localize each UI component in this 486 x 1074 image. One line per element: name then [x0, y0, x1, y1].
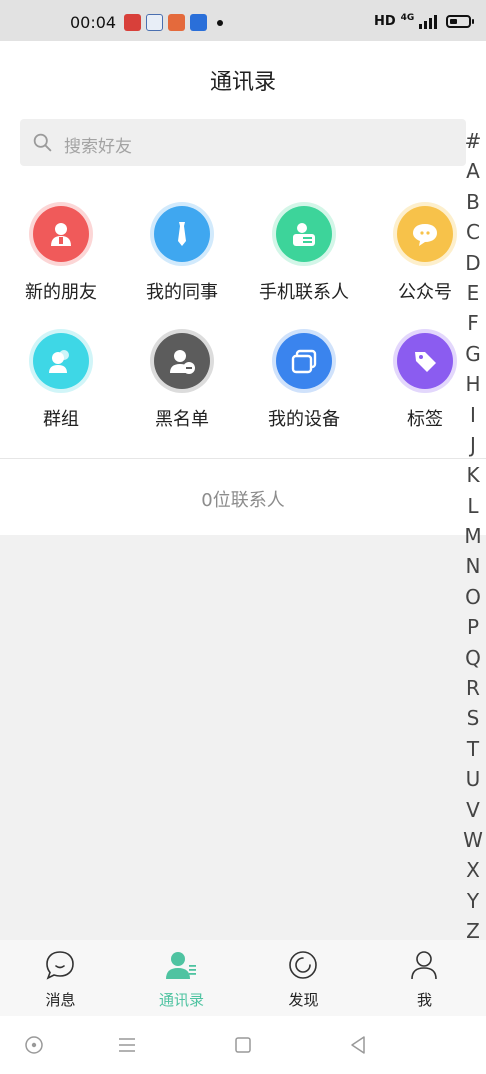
- index-letter[interactable]: J: [459, 430, 486, 460]
- index-letter[interactable]: L: [459, 491, 486, 521]
- index-letter[interactable]: I: [459, 400, 486, 430]
- index-letter[interactable]: U: [459, 764, 486, 794]
- signal-icon: [419, 14, 438, 29]
- new-friend-icon: [33, 206, 89, 262]
- index-letter[interactable]: C: [459, 217, 486, 247]
- tag-icon: [397, 333, 453, 389]
- index-letter[interactable]: A: [459, 156, 486, 186]
- message-bubble-icon: [46, 951, 74, 980]
- index-letter[interactable]: R: [459, 673, 486, 703]
- chat-bubble-icon: [397, 206, 453, 262]
- page-title: 通讯录: [209, 70, 276, 95]
- zhihu-app-icon: [190, 14, 207, 31]
- tab-label: 我: [416, 991, 432, 1009]
- back-button-icon[interactable]: [346, 1033, 370, 1057]
- tab-label: 消息: [45, 991, 76, 1009]
- tab-label: 发现: [288, 991, 319, 1009]
- tab-discover[interactable]: 发现: [243, 940, 364, 1016]
- grid-label: 我的设备: [268, 409, 340, 430]
- grid-item-blacklist[interactable]: 黑名单: [127, 333, 237, 443]
- hd-indicator: HD: [374, 14, 396, 29]
- discover-icon: [289, 951, 317, 979]
- index-letter[interactable]: P: [459, 612, 486, 642]
- bottom-tab-bar: 消息 通讯录 发现 我: [0, 940, 486, 1016]
- alphabet-index[interactable]: # A B C D E F G H I J K L M N O P Q R S …: [459, 126, 486, 947]
- index-letter[interactable]: Y: [459, 886, 486, 916]
- contact-count: 0位联系人: [201, 490, 285, 511]
- status-time: 00:04: [70, 13, 117, 32]
- grid-item-my-devices[interactable]: 我的设备: [249, 333, 359, 443]
- search-icon: [33, 133, 52, 152]
- tie-icon: [154, 206, 210, 262]
- profile-icon: [411, 951, 437, 980]
- tab-me[interactable]: 我: [364, 940, 485, 1016]
- notification-icons: [124, 14, 223, 31]
- battery-icon: [446, 15, 475, 28]
- home-button-icon[interactable]: [231, 1033, 255, 1057]
- network-type: 4G: [400, 12, 415, 23]
- index-letter[interactable]: E: [459, 278, 486, 308]
- grid-item-colleagues[interactable]: 我的同事: [127, 206, 237, 316]
- grid-label: 群组: [43, 409, 79, 430]
- index-letter[interactable]: G: [459, 339, 486, 369]
- index-letter[interactable]: Q: [459, 643, 486, 673]
- phone-contact-icon: [276, 206, 332, 262]
- grid-label: 我的同事: [146, 282, 218, 303]
- grid-item-new-friends[interactable]: 新的朋友: [6, 206, 116, 316]
- tab-contacts[interactable]: 通讯录: [121, 940, 242, 1016]
- group-icon: [33, 333, 89, 389]
- search-input[interactable]: 搜索好友: [20, 119, 466, 166]
- index-letter[interactable]: N: [459, 551, 486, 581]
- index-letter[interactable]: V: [459, 795, 486, 825]
- grid-label: 黑名单: [155, 409, 209, 430]
- index-letter[interactable]: W: [459, 825, 486, 855]
- grid-label: 手机联系人: [259, 282, 349, 303]
- index-letter[interactable]: X: [459, 855, 486, 885]
- status-bar: 00:04 HD 4G: [0, 0, 486, 41]
- status-indicators: HD 4G: [374, 12, 475, 29]
- index-letter[interactable]: #: [459, 126, 486, 156]
- blocked-user-icon: [154, 333, 210, 389]
- contacts-icon: [166, 952, 196, 979]
- index-letter[interactable]: T: [459, 734, 486, 764]
- grid-item-phone-contacts[interactable]: 手机联系人: [249, 206, 359, 316]
- index-letter[interactable]: S: [459, 703, 486, 733]
- tab-messages[interactable]: 消息: [0, 940, 121, 1016]
- index-letter[interactable]: H: [459, 369, 486, 399]
- more-notifications-dot: [217, 19, 223, 26]
- index-letter[interactable]: D: [459, 248, 486, 278]
- index-letter[interactable]: O: [459, 582, 486, 612]
- index-letter[interactable]: B: [459, 187, 486, 217]
- grid-item-groups[interactable]: 群组: [6, 333, 116, 443]
- index-letter[interactable]: M: [459, 521, 486, 551]
- device-window-icon: [276, 333, 332, 389]
- divider: [0, 458, 486, 459]
- tab-label: 通讯录: [158, 991, 204, 1009]
- index-letter[interactable]: F: [459, 308, 486, 338]
- menu-button-icon[interactable]: [115, 1033, 139, 1057]
- system-nav-bar: [0, 1016, 486, 1074]
- search-placeholder: 搜索好友: [64, 137, 132, 157]
- weibo-app-icon: [124, 14, 141, 31]
- index-letter[interactable]: K: [459, 460, 486, 490]
- shopping-app-icon: [168, 14, 185, 31]
- assistant-button-icon[interactable]: [22, 1033, 46, 1057]
- bank-app-icon: [146, 14, 163, 31]
- grid-label: 新的朋友: [25, 282, 97, 303]
